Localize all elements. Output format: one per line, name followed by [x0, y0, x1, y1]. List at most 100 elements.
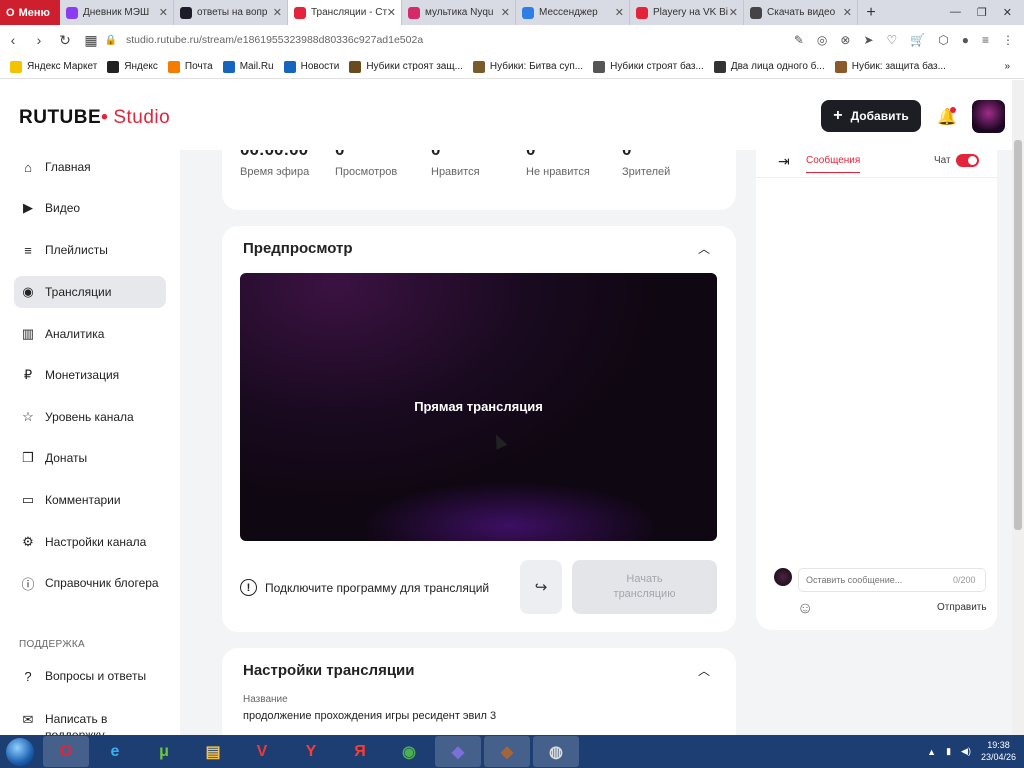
preview-collapse-chevron-icon[interactable]: ︿	[698, 240, 710, 257]
stat-value: 0	[622, 150, 670, 160]
tab-close-icon[interactable]: ✕	[843, 6, 852, 19]
support-item[interactable]: ? Вопросы и ответы	[14, 660, 166, 692]
sidebar-item[interactable]: ◉ Трансляции	[14, 276, 166, 308]
tab-close-icon[interactable]: ✕	[729, 6, 738, 19]
opera-taskbar-icon[interactable]: O	[43, 736, 89, 767]
sidebar-item[interactable]: ⌂ Главная	[14, 151, 166, 183]
download-icon[interactable]: ⋮	[1002, 33, 1014, 47]
minimize-icon[interactable]: —	[950, 6, 961, 19]
bookmark-item[interactable]: Mail.Ru	[222, 60, 274, 73]
game1-taskbar-icon[interactable]: ◆	[435, 736, 481, 767]
browser-tab[interactable]: Дневник МЭШ ✕	[60, 0, 174, 25]
yandex-taskbar-icon[interactable]: Я	[337, 736, 383, 767]
bookmark-item[interactable]: Нубики: Битва суп...	[472, 60, 583, 73]
bookmark-item[interactable]: Яндекс	[107, 60, 158, 73]
sidebar-item[interactable]: ❒ Донаты	[14, 442, 166, 474]
camera-icon[interactable]: ◎	[817, 33, 827, 47]
bookmark-item[interactable]: Новости	[283, 60, 339, 73]
tab-close-icon[interactable]: ✕	[501, 6, 510, 19]
tab-messages[interactable]: Сообщения	[806, 155, 861, 173]
browser-tab[interactable]: Трансляции - Ст ✕	[288, 0, 402, 25]
tab-close-icon[interactable]: ✕	[159, 6, 168, 19]
logo-main: RUTUBE	[19, 107, 102, 128]
browser-tab[interactable]: ответы на вопр ✕	[174, 0, 288, 25]
tab-close-icon[interactable]: ✕	[387, 6, 396, 19]
clock-date: 23/04/26	[980, 751, 1016, 762]
browser-tab[interactable]: Скачать видео ✕	[744, 0, 858, 25]
address-tools: ✎ ◎ ⊗ ➤ ♡ 🛒 ⬡ ● ≡ ⋮	[794, 33, 1024, 47]
name-field-value[interactable]: продолжение прохождения игры ресидент эв…	[243, 710, 496, 722]
sidebar-item[interactable]: ☆ Уровень канала	[14, 401, 166, 433]
heart-icon[interactable]: ♡	[887, 33, 898, 47]
browser-tab[interactable]: мультика Nyqu ✕	[402, 0, 516, 25]
reload-icon[interactable]: ↻	[52, 32, 78, 49]
sidebar-item-label: Главная	[45, 160, 91, 174]
sidebar-icon: ▭	[21, 492, 35, 507]
start-button[interactable]	[0, 735, 40, 768]
chat-send-button[interactable]: Отправить	[937, 602, 987, 613]
browser-menu-button[interactable]: O Меню	[0, 0, 60, 25]
maximize-icon[interactable]: ❐	[977, 6, 987, 19]
bookmark-item[interactable]: Почта	[167, 60, 213, 73]
bookmark-item[interactable]: Нубик: защита баз...	[834, 60, 946, 73]
tray-arrow-icon[interactable]: ▲	[927, 747, 936, 757]
bookmark-item[interactable]: Яндекс Маркет	[10, 60, 97, 73]
browser-tab[interactable]: Playery на VK Bi ✕	[630, 0, 744, 25]
avatar[interactable]	[972, 100, 1005, 133]
tab-close-icon[interactable]: ✕	[273, 6, 282, 19]
chat-toggle[interactable]	[956, 154, 979, 167]
start-stream-button[interactable]: Начать трансляцию	[572, 560, 717, 614]
share-button[interactable]: ↪	[520, 560, 562, 614]
obs-taskbar-icon[interactable]: ◍	[533, 736, 579, 767]
page-scrollbar[interactable]	[1012, 80, 1024, 735]
sidebar-item[interactable]: ≡ Плейлисты	[14, 234, 166, 266]
sidebar-item[interactable]: ▶ Видео	[14, 192, 166, 224]
tab-favicon-icon	[180, 6, 192, 19]
notifications-bell-icon[interactable]: 🔔	[937, 107, 957, 127]
rutube-studio-logo[interactable]: RUTUBE• Studio	[19, 107, 170, 129]
bookmarks-more-icon[interactable]: »	[1004, 61, 1024, 72]
profile-icon[interactable]: ●	[962, 33, 969, 47]
settings-collapse-chevron-icon[interactable]: ︿	[698, 662, 710, 679]
bookmark-item[interactable]: Нубики строят баз...	[593, 60, 704, 73]
shield-icon[interactable]: ⊗	[840, 33, 850, 47]
back-icon[interactable]: ‹	[0, 32, 26, 48]
network-icon[interactable]: ▮	[946, 746, 951, 757]
volume-icon[interactable]: ◀)	[961, 746, 971, 757]
cart-icon[interactable]: 🛒	[910, 33, 925, 47]
tab-close-icon[interactable]: ✕	[615, 6, 624, 19]
tab-favicon-icon	[522, 6, 534, 19]
add-button[interactable]: + Добавить	[821, 100, 921, 132]
easy-setup-icon[interactable]: ≡	[982, 33, 989, 47]
forward-icon[interactable]: ›	[26, 32, 52, 48]
utorrent-taskbar-icon[interactable]: μ	[141, 736, 187, 767]
bookmark-favicon-icon	[834, 60, 847, 73]
vivaldi-taskbar-icon[interactable]: V	[239, 736, 285, 767]
emoji-icon[interactable]: ☺	[797, 600, 813, 618]
bookmark-item[interactable]: Два лица одного б...	[713, 60, 825, 73]
clock[interactable]: 19:38 23/04/26	[981, 740, 1016, 763]
tabs-grid-icon[interactable]: ▦	[78, 32, 104, 49]
sidebar-item[interactable]: ⓘ Справочник блогера	[14, 567, 166, 599]
new-tab-button[interactable]: +	[858, 4, 884, 22]
send-icon[interactable]: ➤	[863, 33, 873, 47]
collapse-panel-icon[interactable]: ⇥	[778, 153, 790, 170]
tab-title: мультика Nyqu	[425, 7, 494, 18]
edit-icon[interactable]: ✎	[794, 33, 804, 47]
stream-preview-player[interactable]: Прямая трансляция	[240, 273, 717, 541]
yandex-browser-taskbar-icon[interactable]: Y	[288, 736, 334, 767]
url-field[interactable]: studio.rutube.ru/stream/e1861955323988d8…	[126, 34, 423, 46]
chrome-taskbar-icon[interactable]: ◉	[386, 736, 432, 767]
bookmark-item[interactable]: Нубики строят защ...	[349, 60, 463, 73]
sidebar-item[interactable]: ⚙ Настройки канала	[14, 526, 166, 558]
scrollbar-thumb[interactable]	[1014, 140, 1022, 530]
sidebar-item[interactable]: ▥ Аналитика	[14, 318, 166, 350]
explorer-taskbar-icon[interactable]: ▤	[190, 736, 236, 767]
sidebar-item[interactable]: ▭ Комментарии	[14, 484, 166, 516]
browser-tab[interactable]: Мессенджер ✕	[516, 0, 630, 25]
edge-taskbar-icon[interactable]: e	[92, 736, 138, 767]
sidebar-item[interactable]: ₽ Монетизация	[14, 359, 166, 391]
cube-icon[interactable]: ⬡	[938, 33, 948, 47]
close-icon[interactable]: ✕	[1003, 6, 1012, 19]
game2-taskbar-icon[interactable]: ◆	[484, 736, 530, 767]
